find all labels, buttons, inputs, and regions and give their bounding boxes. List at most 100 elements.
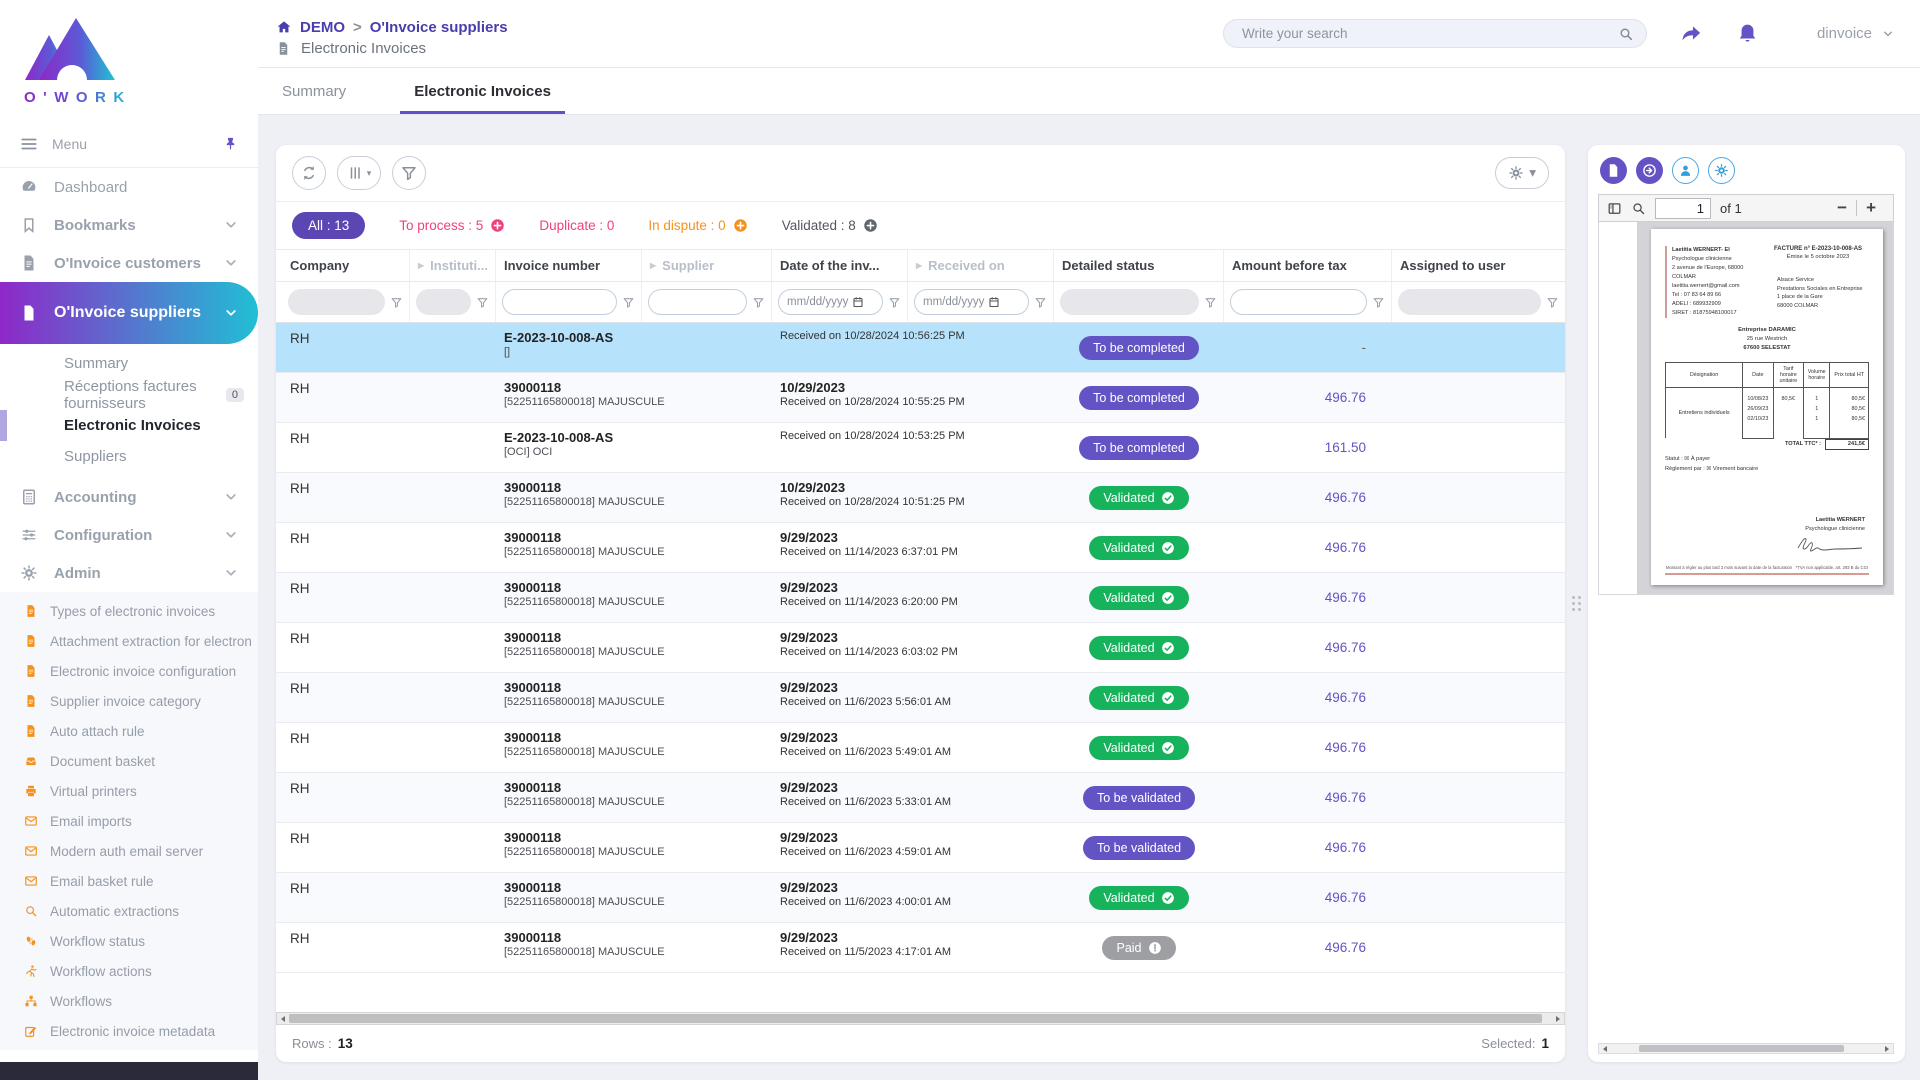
- scrollbar-thumb[interactable]: [289, 1014, 1542, 1023]
- funnel-icon[interactable]: [622, 296, 635, 309]
- user-menu[interactable]: dinvoice: [1817, 25, 1894, 42]
- chip-in-dispute[interactable]: In dispute : 0: [648, 218, 747, 233]
- amount-link[interactable]: 496.76: [1325, 690, 1366, 705]
- sidebar-item-electronic-invoices[interactable]: Electronic Invoices: [0, 410, 258, 441]
- tab-summary[interactable]: Summary: [268, 68, 360, 114]
- table-row[interactable]: RH 39000118[52251165800018] MAJUSCULE 9/…: [276, 573, 1565, 623]
- funnel-icon[interactable]: [752, 296, 765, 309]
- amount-link[interactable]: -: [1362, 340, 1367, 355]
- sidebar-item-automatic-extractions[interactable]: Automatic extractions: [0, 896, 258, 926]
- sidebar-item-electronic-invoice-configuration[interactable]: Electronic invoice configuration: [0, 656, 258, 686]
- sidebar-item-workflows[interactable]: Workflows: [0, 986, 258, 1016]
- table-row[interactable]: RH 39000118[52251165800018] MAJUSCULE 9/…: [276, 873, 1565, 923]
- table-row[interactable]: RH 39000118[52251165800018] MAJUSCULE 9/…: [276, 523, 1565, 573]
- preview-horizontal-scrollbar[interactable]: [1598, 1043, 1894, 1054]
- col-invoice-number[interactable]: Invoice number: [496, 250, 642, 281]
- col-date-of-invoice[interactable]: Date of the inv...: [772, 250, 908, 281]
- amount-link[interactable]: 496.76: [1325, 740, 1366, 755]
- amount-link[interactable]: 496.76: [1325, 940, 1366, 955]
- columns-button[interactable]: ▾: [337, 156, 381, 190]
- sidebar-item-accounting[interactable]: Accounting: [0, 478, 258, 516]
- expand-column-icon[interactable]: ▶: [916, 261, 922, 270]
- funnel-icon[interactable]: [390, 296, 403, 309]
- supplier-filter-input[interactable]: [648, 289, 747, 315]
- sidebar-item-workflow-status[interactable]: Workflow status: [0, 926, 258, 956]
- sidebar-item-virtual-printers[interactable]: Virtual printers: [0, 776, 258, 806]
- plus-circle-icon[interactable]: [490, 218, 505, 233]
- sidebar-item-auto-attach-rule[interactable]: Auto attach rule: [0, 716, 258, 746]
- sidebar-item-email-basket-rule[interactable]: Email basket rule: [0, 866, 258, 896]
- panel-resize-handle[interactable]: [1565, 145, 1588, 1062]
- expand-column-icon[interactable]: ▶: [418, 261, 424, 270]
- chip-all[interactable]: All : 13: [292, 212, 365, 239]
- breadcrumb-home[interactable]: DEMO: [300, 19, 345, 36]
- table-row[interactable]: RH 39000118[52251165800018] MAJUSCULE 9/…: [276, 923, 1565, 973]
- funnel-icon[interactable]: [1034, 296, 1047, 309]
- refresh-button[interactable]: [292, 156, 326, 190]
- scroll-left-button[interactable]: [277, 1013, 289, 1024]
- amount-link[interactable]: 496.76: [1325, 790, 1366, 805]
- plus-circle-icon[interactable]: [733, 218, 748, 233]
- table-row[interactable]: RH 39000118[52251165800018] MAJUSCULE 9/…: [276, 723, 1565, 773]
- calendar-icon[interactable]: [852, 296, 864, 308]
- sidebar-item-dashboard[interactable]: Dashboard: [0, 168, 258, 206]
- sidebar-item-configuration[interactable]: Configuration: [0, 516, 258, 554]
- sidebar-item-modern-auth-email-server[interactable]: Modern auth email server: [0, 836, 258, 866]
- expand-column-icon[interactable]: ▶: [650, 261, 656, 270]
- search-icon[interactable]: [1618, 26, 1634, 42]
- sidebar-item-suppliers[interactable]: Suppliers: [0, 441, 258, 472]
- sidebar-item-supplier-invoice-category[interactable]: Supplier invoice category: [0, 686, 258, 716]
- invoice-date-filter-input[interactable]: mm/dd/yyyy: [778, 289, 883, 315]
- sidebar-item-types-of-electronic-invoices[interactable]: Types of electronic invoices: [0, 596, 258, 626]
- sidebar-item-document-basket[interactable]: Document basket: [0, 746, 258, 776]
- sidebar-item-email-imports[interactable]: Email imports: [0, 806, 258, 836]
- zoom-in-button[interactable]: +: [1857, 198, 1885, 218]
- table-row[interactable]: RH 39000118[52251165800018] MAJUSCULE 10…: [276, 473, 1565, 523]
- table-row[interactable]: RH E-2023-10-008-AS[OCI] OCI Received on…: [276, 423, 1565, 473]
- amount-link[interactable]: 496.76: [1325, 540, 1366, 555]
- pdf-view-button[interactable]: [1600, 157, 1627, 184]
- zoom-out-button[interactable]: −: [1828, 198, 1856, 218]
- sidebar-item-workflow-actions[interactable]: Workflow actions: [0, 956, 258, 986]
- open-document-button[interactable]: [1636, 157, 1663, 184]
- search-input[interactable]: [1242, 26, 1618, 41]
- funnel-icon[interactable]: [476, 296, 489, 309]
- chip-duplicate[interactable]: Duplicate : 0: [539, 218, 614, 233]
- amount-link[interactable]: 496.76: [1325, 490, 1366, 505]
- tab-electronic-invoices[interactable]: Electronic Invoices: [400, 68, 565, 114]
- amount-link[interactable]: 496.76: [1325, 840, 1366, 855]
- bell-icon[interactable]: [1736, 22, 1759, 45]
- sidebar-item-summary[interactable]: Summary: [0, 348, 258, 379]
- scroll-left-button[interactable]: [1599, 1044, 1611, 1053]
- app-logo[interactable]: O'WORK: [0, 0, 258, 120]
- sidebar-item-receptions[interactable]: Réceptions factures fournisseurs 0: [0, 379, 258, 410]
- assign-user-button[interactable]: [1672, 157, 1699, 184]
- pdf-canvas[interactable]: Laetitia WERNERT- EI Psychologue clinici…: [1637, 222, 1893, 594]
- pin-sidebar-icon[interactable]: [223, 136, 238, 151]
- amount-link[interactable]: 161.50: [1325, 440, 1366, 455]
- col-company[interactable]: Company: [276, 250, 410, 281]
- breadcrumb-section[interactable]: O'Invoice suppliers: [370, 19, 508, 36]
- funnel-icon[interactable]: [1546, 296, 1559, 309]
- scrollbar-thumb[interactable]: [1639, 1045, 1844, 1052]
- col-institution[interactable]: ▶Instituti...: [410, 250, 496, 281]
- table-horizontal-scrollbar[interactable]: [276, 1012, 1565, 1025]
- sidebar-item-electronic-invoice-metadata[interactable]: Electronic invoice metadata: [0, 1016, 258, 1046]
- sidebar-item-oinvoice-customers[interactable]: O'Invoice customers: [0, 244, 258, 282]
- funnel-icon[interactable]: [1372, 296, 1385, 309]
- sidebar-item-bookmarks[interactable]: Bookmarks: [0, 206, 258, 244]
- table-row[interactable]: RH E-2023-10-008-AS[] Received on 10/28/…: [276, 323, 1565, 373]
- amount-link[interactable]: 496.76: [1325, 640, 1366, 655]
- col-amount-before-tax[interactable]: Amount before tax: [1224, 250, 1392, 281]
- search-icon[interactable]: [1631, 201, 1646, 216]
- sidebar-item-oinvoice-suppliers[interactable]: O'Invoice suppliers: [0, 282, 258, 344]
- sidebar-item-attachment-extraction[interactable]: Attachment extraction for electron: [0, 626, 258, 656]
- table-row[interactable]: RH 39000118[52251165800018] MAJUSCULE 9/…: [276, 773, 1565, 823]
- invoice-number-filter-input[interactable]: [502, 289, 617, 315]
- hamburger-icon[interactable]: [20, 135, 38, 153]
- plus-circle-icon[interactable]: [863, 218, 878, 233]
- sidebar-item-admin[interactable]: Admin: [0, 554, 258, 592]
- chip-to-process[interactable]: To process : 5: [399, 218, 505, 233]
- table-row[interactable]: RH 39000118[52251165800018] MAJUSCULE 9/…: [276, 823, 1565, 873]
- col-received-on[interactable]: ▶Received on: [908, 250, 1054, 281]
